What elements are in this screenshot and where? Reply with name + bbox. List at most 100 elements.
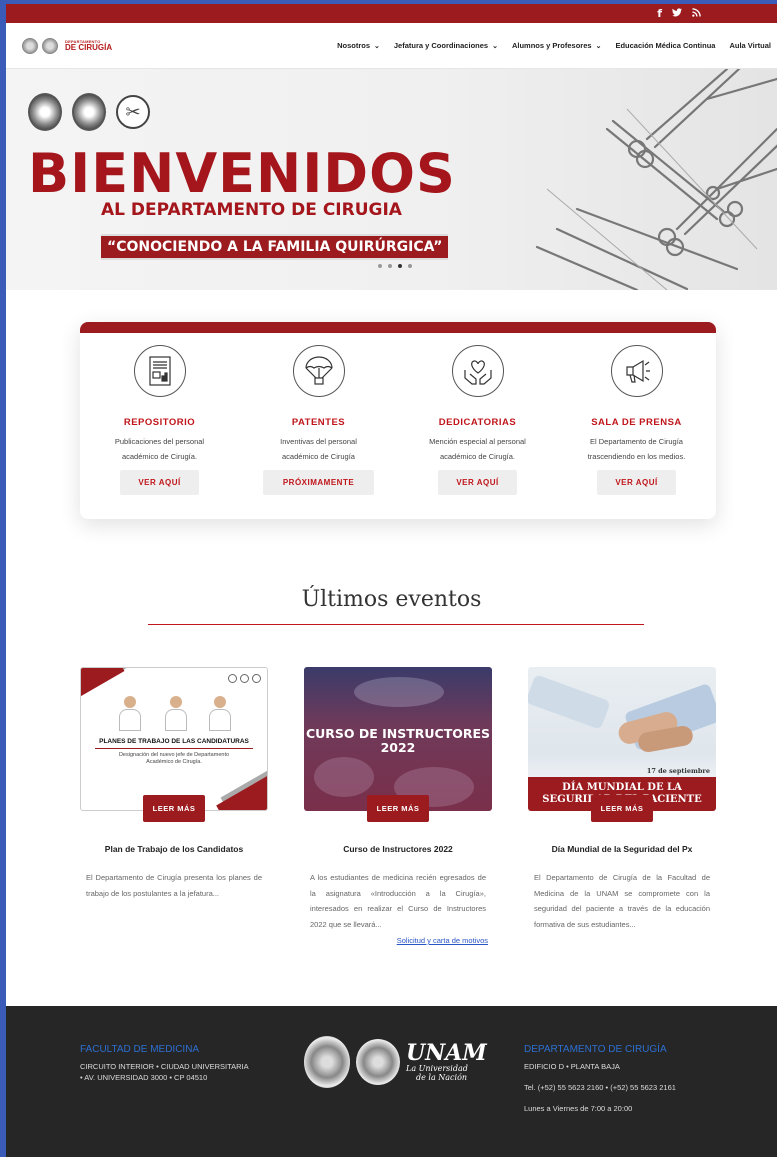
logo-seals [228, 674, 261, 683]
rss-icon[interactable] [692, 8, 701, 19]
event-card: 17 de septiembre DÍA MUNDIAL DE LA SEGUR… [528, 667, 716, 945]
person-image [165, 696, 187, 732]
site-footer: FACULTAD DE MEDICINA CIRCUITO INTERIOR •… [6, 1006, 777, 1157]
service-sala-de-prensa: SALA DE PRENSA El Departamento de Cirugí… [567, 345, 707, 495]
parachute-icon [292, 345, 345, 397]
unam-seal-icon [22, 37, 38, 54]
footer-line: CIRCUITO INTERIOR • CIUDAD UNIVERSITARIA [80, 1062, 249, 1071]
hero-tagline: “CONOCIENDO A LA FAMILIA QUIRÚRGICA” [101, 234, 449, 260]
logo-big-text: DE CIRUGÍA [65, 43, 113, 52]
unam-seal-icon [304, 1036, 350, 1088]
event-excerpt: A los estudiantes de medicina recién egr… [310, 873, 486, 929]
footer-line: EDIFICIO D • PLANTA BAJA [524, 1062, 620, 1071]
service-title: REPOSITORIO [123, 417, 196, 428]
service-desc-line: académico de Cirugía. [439, 452, 516, 461]
event-title[interactable]: Plan de Trabajo de los Candidatos [105, 844, 243, 854]
service-desc-line: Inventivas del personal [280, 437, 357, 446]
image-caption: PLANES DE TRABAJO DE LAS CANDIDATURAS [99, 738, 249, 745]
section-divider [148, 624, 644, 625]
event-title[interactable]: Curso de Instructores 2022 [343, 844, 453, 854]
chevron-down-icon: ⌄ [492, 42, 498, 50]
service-patentes: PATENTES Inventivas del personal académi… [249, 345, 389, 495]
nav-label: Alumnos y Profesores [511, 41, 592, 50]
slider-dot[interactable] [378, 264, 382, 268]
footer-heading: FACULTAD DE MEDICINA [80, 1044, 200, 1055]
unam-wordmark: UNAM [406, 1040, 487, 1066]
event-excerpt: El Departamento de Cirugía presenta los … [86, 873, 262, 898]
footer-hours: Lunes a Viernes de 7:00 a 20:00 [524, 1104, 633, 1113]
image-caption: CURSO DE INSTRUCTORES 2022 [305, 726, 491, 755]
image-subcaption: Designación del nuevo jefe de Departamen… [118, 752, 230, 765]
slider-dot[interactable] [408, 264, 412, 268]
twitter-icon[interactable] [672, 8, 682, 19]
ver-aqui-button[interactable]: VER AQUÍ [120, 470, 199, 495]
main-nav: Nosotros ⌄ Jefatura y Coordinaciones ⌄ A… [337, 41, 777, 50]
hero-subtitle: AL DEPARTAMENTO DE CIRUGIA [101, 200, 402, 220]
slider-dots [378, 264, 412, 268]
service-title: DEDICATORIAS [438, 417, 517, 428]
leer-mas-button[interactable]: LEER MÁS [142, 795, 206, 822]
event-title[interactable]: Día Mundial de la Seguridad del Px [552, 844, 693, 854]
ver-aqui-button[interactable]: VER AQUÍ [597, 470, 676, 495]
leer-mas-button[interactable]: LEER MÁS [590, 795, 654, 822]
chevron-down-icon: ⌄ [595, 42, 602, 50]
nav-label: Nosotros [337, 41, 370, 50]
facmed-seal-icon [72, 93, 106, 131]
service-dedicatorias: DEDICATORIAS Mención especial al persona… [408, 345, 548, 495]
slider-dot[interactable] [388, 264, 392, 268]
event-image[interactable]: 17 de septiembre DÍA MUNDIAL DE LA SEGUR… [528, 667, 716, 811]
service-desc-line: El Departamento de Cirugía [590, 437, 683, 446]
slider-dot-active[interactable] [398, 264, 402, 268]
image-date: 17 de septiembre [646, 767, 710, 775]
nav-item-alumnos[interactable]: Alumnos y Profesores ⌄ [512, 41, 601, 50]
service-desc-line: Publicaciones del personal [114, 437, 205, 446]
facebook-icon[interactable]: f [657, 8, 662, 19]
event-card: CURSO DE INSTRUCTORES 2022 LEER MÁS Curs… [304, 667, 492, 945]
events-list: PLANES DE TRABAJO DE LAS CANDIDATURAS De… [80, 667, 716, 945]
site-logo[interactable]: DEPARTAMENTO DE CIRUGÍA [22, 37, 113, 54]
hero-seals: ✂ [28, 93, 150, 131]
heart-hands-icon [451, 345, 504, 397]
ver-aqui-button[interactable]: VER AQUÍ [438, 470, 517, 495]
surgery-scissors-icon: ✂ [116, 95, 150, 129]
event-image[interactable]: CURSO DE INSTRUCTORES 2022 [304, 667, 492, 811]
chevron-down-icon: ⌄ [374, 42, 380, 50]
unam-logo: UNAM La Universidad de la Nación [406, 1042, 487, 1082]
nav-label: Aula Virtual [729, 41, 771, 50]
proximamente-button[interactable]: PRÓXIMAMENTE [262, 470, 375, 495]
page: f DEPARTAMENTO DE CIRUGÍA Nosotros ⌄ Jef… [6, 4, 777, 1157]
hero-title: BIENVENIDOS [28, 142, 456, 205]
service-desc-line: Mención especial al personal [429, 437, 526, 446]
services-card: REPOSITORIO Publicaciones del personal a… [80, 322, 716, 519]
facmed-seal-icon [356, 1039, 400, 1085]
footer-heading: DEPARTAMENTO DE CIRUGÍA [524, 1044, 667, 1055]
person-image [209, 696, 231, 732]
footer-logos: UNAM La Universidad de la Nación [304, 1036, 487, 1088]
unam-seal-icon [28, 93, 62, 131]
nav-item-aula-virtual[interactable]: Aula Virtual [729, 41, 771, 50]
hero-slider[interactable]: ✂ BIENVENIDOS AL DEPARTAMENTO DE CIRUGIA… [6, 69, 777, 290]
footer-line: • AV. UNIVERSIDAD 3000 • CP 04510 [80, 1073, 208, 1082]
surgical-instruments-image [535, 69, 777, 290]
service-description: Publicaciones del personal académico de … [115, 434, 204, 464]
services-card-topbar [80, 322, 716, 333]
site-header: DEPARTAMENTO DE CIRUGÍA Nosotros ⌄ Jefat… [6, 23, 777, 69]
leer-mas-button[interactable]: LEER MÁS [366, 795, 430, 822]
service-desc-line: trascendiendo en los medios. [587, 452, 686, 461]
megaphone-icon [610, 345, 663, 397]
service-title: SALA DE PRENSA [591, 417, 682, 428]
service-desc-line: académico de Cirugía. [121, 452, 198, 461]
document-chart-icon [133, 345, 186, 397]
person-image [119, 696, 141, 732]
event-image[interactable]: PLANES DE TRABAJO DE LAS CANDIDATURAS De… [80, 667, 268, 811]
footer-departamento: DEPARTAMENTO DE CIRUGÍA EDIFICIO D • PLA… [524, 1044, 676, 1114]
service-repositorio: REPOSITORIO Publicaciones del personal a… [90, 345, 230, 495]
service-title: PATENTES [291, 417, 346, 428]
top-bar: f [6, 4, 777, 23]
service-desc-line: académico de Cirugía [282, 452, 355, 461]
nav-item-jefatura[interactable]: Jefatura y Coordinaciones ⌄ [394, 41, 498, 50]
solicitud-link[interactable]: Solicitud y carta de motivos [397, 936, 488, 945]
service-description: El Departamento de Cirugía trascendiendo… [588, 434, 686, 464]
nav-item-educacion[interactable]: Educación Médica Continua [615, 41, 715, 50]
nav-item-nosotros[interactable]: Nosotros ⌄ [337, 41, 380, 50]
